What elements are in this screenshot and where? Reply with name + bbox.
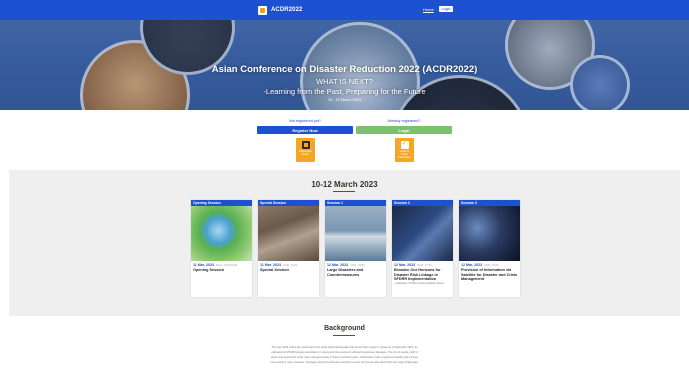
session-card[interactable]: Special Session 11 Mar. 2023 10:00 - 12:0… bbox=[258, 200, 319, 297]
guide-book-icon bbox=[301, 141, 310, 149]
session-date-line: 12 Mar. 2023 13:00 - 15:00 bbox=[327, 263, 384, 267]
hero-subtitle-1: WHAT IS NEXT? bbox=[316, 77, 373, 86]
nav-login-button[interactable]: Login bbox=[438, 6, 454, 12]
session-date: 11 Mar. 2023 bbox=[260, 263, 281, 267]
session-card[interactable]: Session 1 12 Mar. 2023 13:00 - 15:00 Larg… bbox=[325, 200, 386, 297]
not-registered-label: Not registered yet? bbox=[288, 119, 322, 123]
sessions-heading: 10-12 March 2023 bbox=[311, 180, 378, 189]
session-title[interactable]: Provision of Information via Satellite f… bbox=[461, 268, 518, 282]
already-registered-label: Already registered? bbox=[387, 119, 421, 123]
session-card[interactable]: Session 3 12 Mar. 2023 13:00 - 15:00 Prov… bbox=[459, 200, 520, 297]
register-now-button[interactable]: Register Now bbox=[257, 126, 353, 134]
background-paragraph-line: have become more. However, damages cause… bbox=[270, 361, 419, 364]
registration-guide-tile[interactable]: Registration Guide bbox=[296, 138, 315, 162]
registration-guide-label: Registration Guide bbox=[299, 150, 312, 156]
hero-title: Asian Conference on Disaster Reduction 2… bbox=[211, 64, 478, 75]
session-date-line: 11 Mar. 2023 Room : 09:30-10:00 bbox=[193, 263, 250, 267]
session-date-line: 11 Mar. 2023 10:00 - 12:00 bbox=[260, 263, 317, 267]
session-card[interactable]: Session 2 12 Mar. 2023 15:30 - 17:30 Broa… bbox=[392, 200, 453, 297]
online-guide-label: Guide for Online Participants bbox=[398, 150, 411, 159]
background-underline bbox=[333, 335, 355, 336]
session-title[interactable]: Special Session bbox=[260, 268, 317, 273]
background-heading: Background bbox=[324, 325, 365, 332]
online-guide-tile[interactable]: Guide for Online Participants bbox=[395, 138, 414, 162]
top-navbar: ACDR2022 Home Login bbox=[0, 0, 689, 20]
background-paragraph-line: Japan and around the world, have changed… bbox=[270, 356, 419, 359]
session-image bbox=[392, 206, 453, 261]
session-time: 10:00 - 12:00 bbox=[282, 264, 298, 267]
brand[interactable]: ACDR2022 bbox=[258, 4, 302, 16]
session-time: 15:30 - 17:30 bbox=[417, 264, 432, 267]
hero-subtitle-2: -Learning from the Past, Preparing for t… bbox=[263, 87, 426, 96]
session-image bbox=[258, 206, 319, 261]
top-nav: Home Login bbox=[423, 6, 454, 12]
session-title[interactable]: Large Disasters and Countermeasures bbox=[327, 268, 384, 277]
session-title[interactable]: Opening Session bbox=[193, 268, 250, 273]
acdr-logo-icon bbox=[258, 5, 267, 15]
session-date: 12 Mar. 2023 bbox=[461, 263, 483, 267]
session-date-line: 12 Mar. 2023 15:30 - 17:30 bbox=[394, 263, 451, 267]
session-date: 12 Mar. 2023 bbox=[394, 263, 416, 267]
background-paragraph-line: estimated of 105,000 people were killed … bbox=[271, 351, 418, 354]
brand-name: ACDR2022 bbox=[271, 7, 303, 13]
hero-date: 10 - 12 March 2023 bbox=[328, 98, 361, 102]
session-title[interactable]: Broaden Our Horizons for Disaster Risk L… bbox=[394, 268, 451, 282]
hero-banner: Asian Conference on Disaster Reduction 2… bbox=[0, 20, 689, 110]
background-paragraph-line: The year 2023 marks the centennial of th… bbox=[271, 346, 418, 349]
session-date: 11 Mar. 2023 bbox=[193, 263, 214, 267]
session-date-line: 12 Mar. 2023 13:00 - 15:00 bbox=[461, 263, 518, 267]
login-button[interactable]: Login bbox=[356, 126, 452, 134]
session-time: 13:00 - 15:00 bbox=[484, 264, 499, 267]
checkmark-icon bbox=[400, 139, 409, 149]
session-image bbox=[191, 206, 252, 261]
session-image bbox=[459, 206, 520, 261]
session-image bbox=[325, 206, 386, 261]
heading-underline bbox=[333, 191, 355, 192]
session-time: Room : 09:30-10:00 bbox=[215, 264, 238, 267]
nav-home-link[interactable]: Home bbox=[423, 7, 434, 12]
session-time: 13:00 - 15:00 bbox=[350, 264, 365, 267]
session-card[interactable]: Opening Session 11 Mar. 2023 Room : 09:30… bbox=[191, 200, 252, 297]
session-date: 12 Mar. 2023 bbox=[327, 263, 349, 267]
session-note: - Implication of FCDC Climate Disasters … bbox=[394, 281, 446, 285]
